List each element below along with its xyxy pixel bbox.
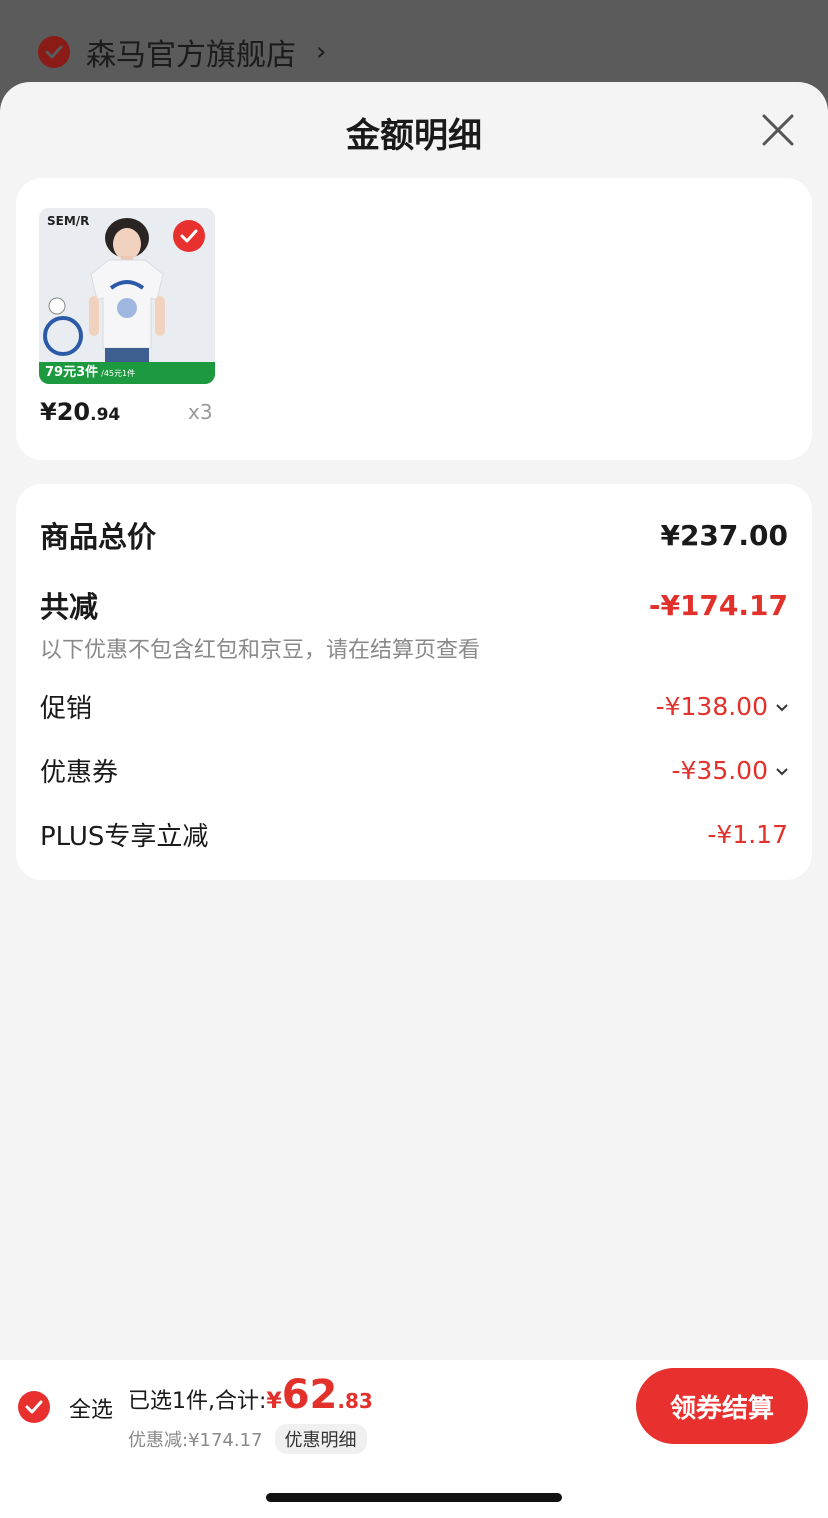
- checkout-bar: 全选 已选1件,合计: ¥ 62 .83 优惠减:¥174.17 优惠明细 领券…: [0, 1360, 828, 1518]
- product-quantity: x3: [188, 400, 213, 424]
- total-integer: 62: [281, 1372, 338, 1418]
- check-icon: [38, 36, 70, 68]
- total-price-value: ¥237.00: [660, 518, 788, 552]
- discount-line: 优惠减:¥174.17 优惠明细: [128, 1424, 367, 1454]
- total-currency: ¥: [266, 1389, 282, 1414]
- chevron-right-icon: ›: [316, 37, 327, 67]
- coupon-label: 优惠券: [40, 758, 119, 788]
- coupon-value-wrap: -¥35.00: [672, 756, 789, 785]
- product-card: SEM/R 79元3件 /45元1件 ¥20.94 x3: [16, 178, 812, 460]
- discount-detail-button[interactable]: 优惠明细: [274, 1424, 367, 1454]
- chevron-down-icon: [776, 697, 788, 716]
- coupon-value: -¥35.00: [671, 756, 769, 785]
- price-summary-card: 商品总价 ¥237.00 共减 -¥174.17 以下优惠不包含红包和京豆，请在…: [16, 484, 812, 880]
- total-reduce-value: -¥174.17: [648, 588, 788, 622]
- store-row[interactable]: 森马官方旗舰店 ›: [38, 30, 326, 74]
- total-price-label: 商品总价: [40, 520, 157, 554]
- selected-count-text: 已选1件,合计:: [128, 1389, 267, 1414]
- promotion-value: -¥138.00: [655, 692, 768, 721]
- promo-banner: 79元3件 /45元1件: [39, 362, 215, 384]
- discount-note: 以下优惠不包含红包和京豆，请在结算页查看: [40, 638, 481, 663]
- select-all-check[interactable]: [18, 1391, 50, 1423]
- close-icon: [762, 114, 794, 146]
- check-icon: [25, 1400, 43, 1414]
- total-reduce-row: 共减 -¥174.17: [40, 584, 788, 626]
- plus-discount-row: PLUS专享立减 -¥1.17: [40, 816, 788, 853]
- home-indicator: [266, 1493, 562, 1502]
- price-decimal: .94: [90, 405, 121, 425]
- product-price: ¥20.94: [40, 398, 120, 426]
- price-integer: ¥20: [40, 398, 91, 426]
- promotion-label: 促销: [40, 694, 93, 724]
- sheet-title: 金额明细: [346, 116, 482, 156]
- promo-subtext: /45元1件: [101, 369, 136, 378]
- product-thumbnail[interactable]: SEM/R 79元3件 /45元1件: [39, 208, 215, 384]
- brand-label: SEM/R: [47, 214, 90, 228]
- item-select-check[interactable]: [173, 220, 205, 252]
- checkout-button[interactable]: 领券结算: [636, 1368, 808, 1444]
- store-name: 森马官方旗舰店: [86, 38, 296, 73]
- plus-discount-value: -¥1.17: [707, 820, 788, 849]
- selected-total-line: 已选1件,合计: ¥ 62 .83: [128, 1372, 373, 1418]
- discount-amount-text: 优惠减:¥174.17: [128, 1430, 263, 1451]
- select-all-label[interactable]: 全选: [69, 1392, 113, 1424]
- total-price-row: 商品总价 ¥237.00: [40, 514, 788, 556]
- chevron-down-icon: [776, 761, 788, 780]
- close-button[interactable]: [758, 110, 798, 150]
- promotion-row[interactable]: 促销 -¥138.00: [40, 688, 788, 725]
- coupon-row[interactable]: 优惠券 -¥35.00: [40, 752, 788, 789]
- promo-text: 79元3件: [45, 365, 99, 380]
- check-icon: [180, 229, 198, 243]
- total-decimal: .83: [337, 1389, 373, 1413]
- amount-detail-sheet: 金额明细 SEM/R 79元3件 /45元1件 ¥20.94 x3 商品总价 ¥…: [0, 82, 828, 1518]
- total-reduce-label: 共减: [40, 590, 99, 624]
- promotion-value-wrap: -¥138.00: [656, 692, 788, 721]
- plus-discount-label: PLUS专享立减: [40, 822, 209, 852]
